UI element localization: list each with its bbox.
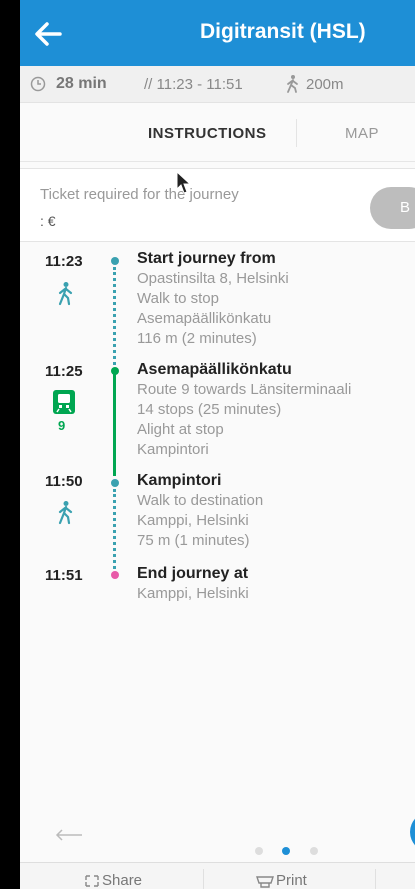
- share-icon: [85, 875, 99, 887]
- leg-2-time: 11:25: [45, 363, 83, 380]
- leg-3-line: Kamppi, Helsinki: [137, 512, 249, 529]
- journey-times: // 11:23 - 11:51: [144, 76, 243, 93]
- buy-ticket-button[interactable]: B: [370, 187, 415, 229]
- leg-2-title: Asemapäällikönkatu: [137, 361, 292, 378]
- walk-path-line: [113, 489, 116, 569]
- back-button[interactable]: [30, 16, 66, 52]
- leg-4-time: 11:51: [45, 567, 83, 584]
- print-label: Print: [276, 872, 307, 889]
- pager-back-arrow-icon[interactable]: [54, 828, 84, 842]
- screen: Digitransit (HSL) 28 min // 11:23 - 11:5…: [20, 0, 415, 889]
- ticket-price: : €: [40, 213, 56, 229]
- leg-4-line: Kamppi, Helsinki: [137, 585, 249, 602]
- bottom-action-bar: Share Print: [20, 862, 415, 889]
- tram-icon: [53, 390, 75, 414]
- walk-icon: [287, 75, 298, 93]
- leg-1-time: 11:23: [45, 253, 83, 270]
- pager-dot-active[interactable]: [282, 847, 290, 855]
- clock-icon: [30, 76, 46, 92]
- leg-3-time: 11:50: [45, 473, 83, 490]
- pager-dot[interactable]: [255, 847, 263, 855]
- leg-1-title: Start journey from: [137, 250, 276, 267]
- tab-divider: [296, 119, 297, 147]
- leg-1-line: Opastinsilta 8, Helsinki: [137, 270, 289, 287]
- end-dot: [111, 571, 119, 579]
- stop-dot: [111, 257, 119, 265]
- leg-4-title: End journey at: [137, 565, 249, 582]
- bar-divider: [375, 869, 376, 889]
- share-label: Share: [102, 872, 143, 889]
- bar-divider: [203, 869, 204, 889]
- tab-bar: INSTRUCTIONS MAP: [20, 103, 415, 162]
- leg-1-line: Walk to stop: [137, 290, 219, 307]
- leg-2-line: Alight at stop: [137, 421, 224, 438]
- journey-summary: 28 min // 11:23 - 11:51 200m: [20, 66, 415, 103]
- leg-2-line: Kampintori: [137, 441, 209, 458]
- leg-2-line: 14 stops (25 minutes): [137, 401, 282, 418]
- walk-icon: [58, 501, 73, 525]
- walk-icon: [58, 282, 73, 306]
- leg-1-line: Asemapäällikönkatu: [137, 310, 272, 327]
- journey-duration: 28 min: [56, 75, 107, 92]
- share-button[interactable]: Share: [84, 872, 142, 889]
- floating-action-button[interactable]: [410, 812, 415, 852]
- ticket-label: Ticket required for the journey: [40, 186, 239, 203]
- tram-path-line: [113, 372, 116, 476]
- leg-3-line: 75 m (1 minutes): [137, 532, 250, 549]
- tab-map[interactable]: MAP: [345, 125, 379, 142]
- back-arrow-icon: [35, 22, 62, 46]
- leg-2-line: Route 9 towards Länsiterminaali: [137, 381, 352, 398]
- app-header: Digitransit (HSL): [20, 0, 415, 66]
- route-number: 9: [58, 418, 66, 433]
- print-button[interactable]: Print: [256, 872, 307, 889]
- stop-dot: [111, 479, 119, 487]
- leg-3-title: Kampintori: [137, 472, 222, 489]
- leg-3-line: Walk to destination: [137, 492, 264, 509]
- header-title: Digitransit (HSL): [200, 20, 366, 43]
- ticket-panel: Ticket required for the journey : € B: [20, 168, 415, 242]
- leg-1-line: 116 m (2 minutes): [137, 330, 257, 347]
- pager-dot[interactable]: [310, 847, 318, 855]
- tab-instructions[interactable]: INSTRUCTIONS: [148, 125, 267, 142]
- walk-distance: 200m: [306, 76, 344, 93]
- print-icon: [256, 876, 274, 888]
- cursor-icon: [176, 171, 192, 194]
- walk-path-line: [113, 267, 116, 365]
